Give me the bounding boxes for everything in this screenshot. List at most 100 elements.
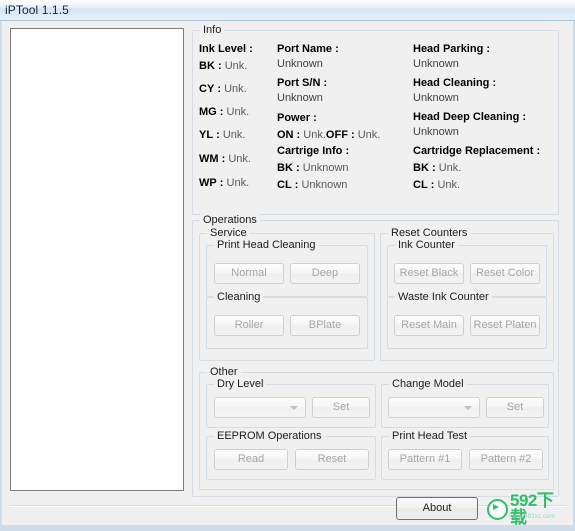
footer-separator <box>10 505 566 507</box>
dry-level-combobox[interactable] <box>214 397 306 418</box>
reset-black-button[interactable]: Reset Black <box>394 263 464 284</box>
ink-value-cy: Unk. <box>224 83 247 95</box>
service-groupbox: Service Print Head Cleaning Normal Deep … <box>199 227 375 361</box>
power-on-value: Unk. <box>303 129 326 141</box>
operations-groupbox-title: Operations <box>200 214 260 226</box>
port-sn-value: Unknown <box>277 92 323 104</box>
cartridge-replacement-row-cl: CL : Unk. <box>413 178 555 192</box>
eeprom-reset-button[interactable]: Reset <box>295 449 369 470</box>
cartridge-replacement-value-bk: Unk. <box>438 162 462 174</box>
ink-sep-bk: : <box>217 60 222 72</box>
ink-level-row-wp: WP : Unk. <box>199 176 277 190</box>
other-groupbox: Other Dry Level Set Change Model Set EEP… <box>199 366 554 490</box>
ink-level-row-mg: MG : Unk. <box>199 105 277 119</box>
cartridge-replacement-code-bk: BK <box>413 162 429 174</box>
power-heading: Power : <box>277 112 317 124</box>
info-groupbox: Info Ink Level : BK : Unk. CY : Unk. MG … <box>192 24 559 215</box>
port-name-heading: Port Name : <box>277 43 339 55</box>
ink-level-heading: Ink Level : <box>199 43 253 55</box>
print-head-test-pattern2-button[interactable]: Pattern #2 <box>469 449 543 470</box>
ink-code-wp: WP <box>199 177 217 189</box>
cartridge-info-code-bk: BK <box>277 162 293 174</box>
eeprom-read-button[interactable]: Read <box>214 449 288 470</box>
cleaning-roller-button[interactable]: Roller <box>214 315 284 336</box>
cartridge-replacement-code-cl: CL <box>413 179 428 191</box>
cartridge-replacement-sep-bk: : <box>431 162 436 174</box>
dry-level-set-button[interactable]: Set <box>312 397 370 418</box>
cartridge-info-value-cl: Unknown <box>301 179 348 191</box>
other-groupbox-title: Other <box>207 366 241 378</box>
cleaning-bplate-button[interactable]: BPlate <box>290 315 360 336</box>
change-model-groupbox: Change Model Set <box>381 378 549 428</box>
print-head-cleaning-normal-button[interactable]: Normal <box>214 263 284 284</box>
power-off-value: Unk. <box>357 129 381 141</box>
ink-value-mg: Unk. <box>226 106 250 118</box>
cartridge-info-heading: Cartrige Info : <box>277 145 350 157</box>
cartridge-replacement-heading: Cartridge Replacement : <box>413 145 541 157</box>
ink-sep-wm: : <box>221 153 226 165</box>
ink-sep-yl: : <box>216 129 220 141</box>
cartridge-info-sep-bk: : <box>295 162 300 174</box>
eeprom-operations-title: EEPROM Operations <box>214 430 325 442</box>
iptool-window: iPTool 1.1.5 Info Ink Level : BK : Unk. … <box>0 0 575 531</box>
port-name-value: Unknown <box>277 58 323 70</box>
cartridge-replacement-row-bk: BK : Unk. <box>413 161 555 175</box>
cartridge-replacement-sep-cl: : <box>430 179 435 191</box>
reset-color-button[interactable]: Reset Color <box>470 263 540 284</box>
about-button[interactable]: About <box>396 497 478 520</box>
change-model-combobox[interactable] <box>388 397 480 418</box>
cleaning-title: Cleaning <box>214 291 264 303</box>
info-groupbox-title: Info <box>200 24 225 36</box>
ink-code-bk: BK <box>199 60 215 72</box>
ink-level-row-yl: YL : Unk. <box>199 128 277 142</box>
head-deep-cleaning-heading: Head Deep Cleaning : <box>413 111 527 123</box>
print-head-cleaning-groupbox: Print Head Cleaning Normal Deep <box>206 239 368 297</box>
ink-sep-mg: : <box>219 106 224 118</box>
head-parking-value: Unknown <box>413 58 459 70</box>
reset-platen-button[interactable]: Reset Platen <box>470 315 540 336</box>
print-head-cleaning-deep-button[interactable]: Deep <box>290 263 360 284</box>
ink-code-wm: WM <box>199 153 219 165</box>
cartridge-info-sep-cl: : <box>294 179 299 191</box>
head-parking-heading: Head Parking : <box>413 43 491 55</box>
power-on-label: ON : <box>277 129 301 141</box>
reset-main-button[interactable]: Reset Main <box>394 315 464 336</box>
power-off-label: OFF : <box>325 129 355 141</box>
title-bar[interactable]: iPTool 1.1.5 <box>0 0 575 21</box>
reset-counters-groupbox-title: Reset Counters <box>388 227 471 239</box>
cartridge-info-code-cl: CL <box>277 179 292 191</box>
print-head-test-groupbox: Print Head Test Pattern #1 Pattern #2 <box>381 430 549 480</box>
change-model-title: Change Model <box>389 378 467 390</box>
device-list-box[interactable] <box>10 28 184 491</box>
chevron-down-icon <box>464 405 472 410</box>
head-cleaning-value: Unknown <box>413 92 459 104</box>
chevron-down-icon <box>290 405 298 410</box>
ink-sep-cy: : <box>217 83 222 95</box>
cartridge-info-row-cl: CL : Unknown <box>277 178 409 192</box>
change-model-set-button[interactable]: Set <box>486 397 544 418</box>
watermark-logo: 592下载 www.592xz.com <box>487 492 567 526</box>
head-cleaning-heading: Head Cleaning : <box>413 77 497 89</box>
window-client-area: Info Ink Level : BK : Unk. CY : Unk. MG … <box>0 21 575 525</box>
title-bar-sheen <box>0 0 575 8</box>
print-head-cleaning-title: Print Head Cleaning <box>214 239 319 251</box>
ink-value-bk: Unk. <box>224 60 248 72</box>
watermark-url: www.592xz.com <box>509 514 555 520</box>
service-groupbox-title: Service <box>207 227 250 239</box>
ink-value-yl: Unk. <box>222 129 246 141</box>
cartridge-replacement-value-cl: Unk. <box>437 179 461 191</box>
head-deep-cleaning-value: Unknown <box>413 126 459 138</box>
ink-counter-title: Ink Counter <box>395 239 458 251</box>
ink-code-yl: YL <box>199 129 214 141</box>
eeprom-operations-groupbox: EEPROM Operations Read Reset <box>206 430 376 480</box>
waste-ink-counter-title: Waste Ink Counter <box>395 291 492 303</box>
operations-groupbox: Operations Service Print Head Cleaning N… <box>192 214 559 497</box>
ink-counter-groupbox: Ink Counter Reset Black Reset Color <box>387 239 547 297</box>
ink-value-wp: Unk. <box>226 177 250 189</box>
ink-sep-wp: : <box>219 177 224 189</box>
power-row: ON : Unk.OFF : Unk. <box>277 128 409 142</box>
ink-level-row-cy: CY : Unk. <box>199 82 277 96</box>
print-head-test-pattern1-button[interactable]: Pattern #1 <box>388 449 462 470</box>
reset-counters-groupbox: Reset Counters Ink Counter Reset Black R… <box>380 227 554 361</box>
dry-level-title: Dry Level <box>214 378 267 390</box>
